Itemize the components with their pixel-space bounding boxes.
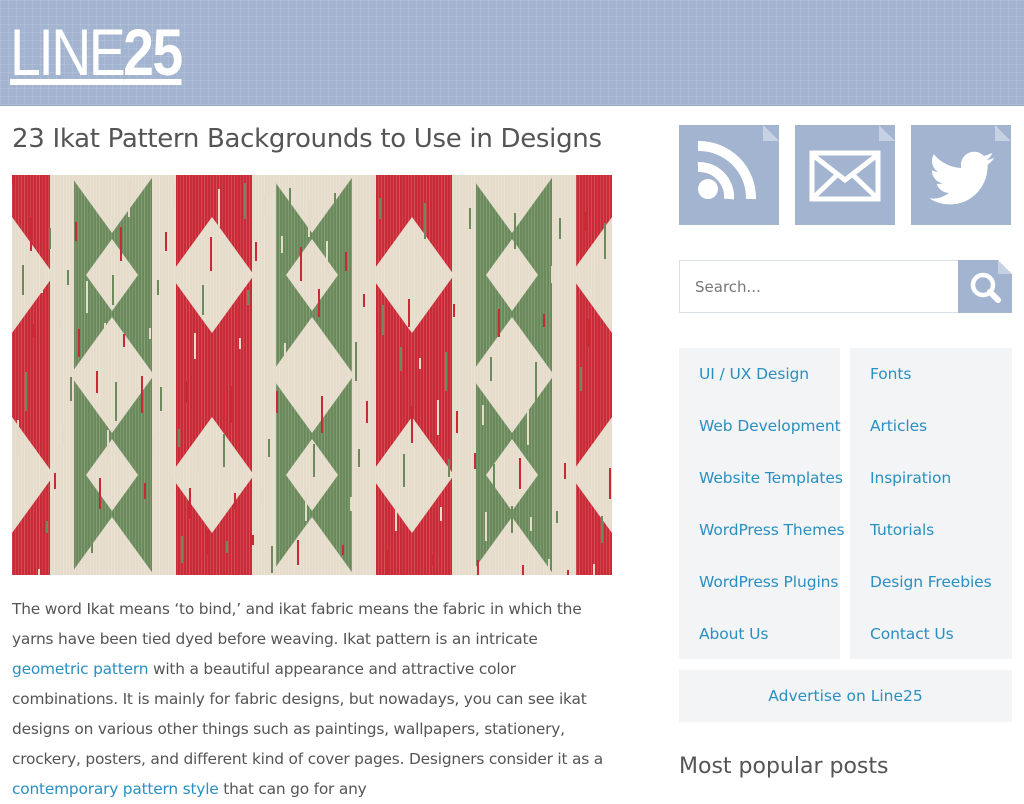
category-link-about-us[interactable]: About Us <box>679 620 840 648</box>
search-button[interactable] <box>958 260 1012 313</box>
post-body: The word Ikat means ‘to bind,’ and ikat … <box>12 594 618 804</box>
paragraph-text: The word Ikat means ‘to bind,’ and ikat … <box>12 600 582 648</box>
email-button[interactable] <box>795 125 895 225</box>
paragraph-text: that can go for any <box>218 780 367 798</box>
categories-right: Fonts Articles Inspiration Tutorials Des… <box>850 348 1012 659</box>
search-input[interactable] <box>679 260 959 313</box>
category-link-wordpress-themes[interactable]: WordPress Themes <box>679 516 845 544</box>
category-link-ui-ux-design[interactable]: UI / UX Design <box>679 360 840 388</box>
post-title: 23 Ikat Pattern Backgrounds to Use in De… <box>12 124 602 154</box>
advertise-box: Advertise on Line25 <box>679 670 1012 722</box>
corner-fold <box>998 260 1012 274</box>
post-paragraph: The word Ikat means ‘to bind,’ and ikat … <box>12 594 618 804</box>
corner-fold <box>879 125 895 141</box>
popular-posts-heading: Most popular posts <box>679 754 889 779</box>
featured-image <box>12 175 612 575</box>
category-link-website-templates[interactable]: Website Templates <box>679 464 843 492</box>
advertise-link[interactable]: Advertise on Line25 <box>768 687 922 705</box>
category-link-articles[interactable]: Articles <box>850 412 1012 440</box>
logo-text-light: LINE <box>10 15 126 89</box>
category-link-web-development[interactable]: Web Development <box>679 412 841 440</box>
logo-text-bold: 25 <box>123 15 183 89</box>
geometric-pattern-link[interactable]: geometric pattern <box>12 660 148 678</box>
corner-fold <box>995 125 1011 141</box>
category-link-fonts[interactable]: Fonts <box>850 360 1012 388</box>
site-logo[interactable]: LINE25 <box>10 19 183 85</box>
category-link-inspiration[interactable]: Inspiration <box>850 464 1012 492</box>
twitter-button[interactable] <box>911 125 1011 225</box>
search-form <box>679 260 1012 313</box>
corner-fold <box>763 125 779 141</box>
site-header: LINE25 <box>0 0 1024 106</box>
category-link-contact-us[interactable]: Contact Us <box>850 620 1012 648</box>
category-link-design-freebies[interactable]: Design Freebies <box>850 568 1012 596</box>
ikat-pattern-illustration <box>12 175 612 575</box>
category-link-wordpress-plugins[interactable]: WordPress Plugins <box>679 568 840 596</box>
rss-button[interactable] <box>679 125 779 225</box>
contemporary-pattern-link[interactable]: contemporary pattern style <box>12 780 219 798</box>
category-link-tutorials[interactable]: Tutorials <box>850 516 1012 544</box>
categories-left: UI / UX Design Web Development Website T… <box>679 348 845 659</box>
